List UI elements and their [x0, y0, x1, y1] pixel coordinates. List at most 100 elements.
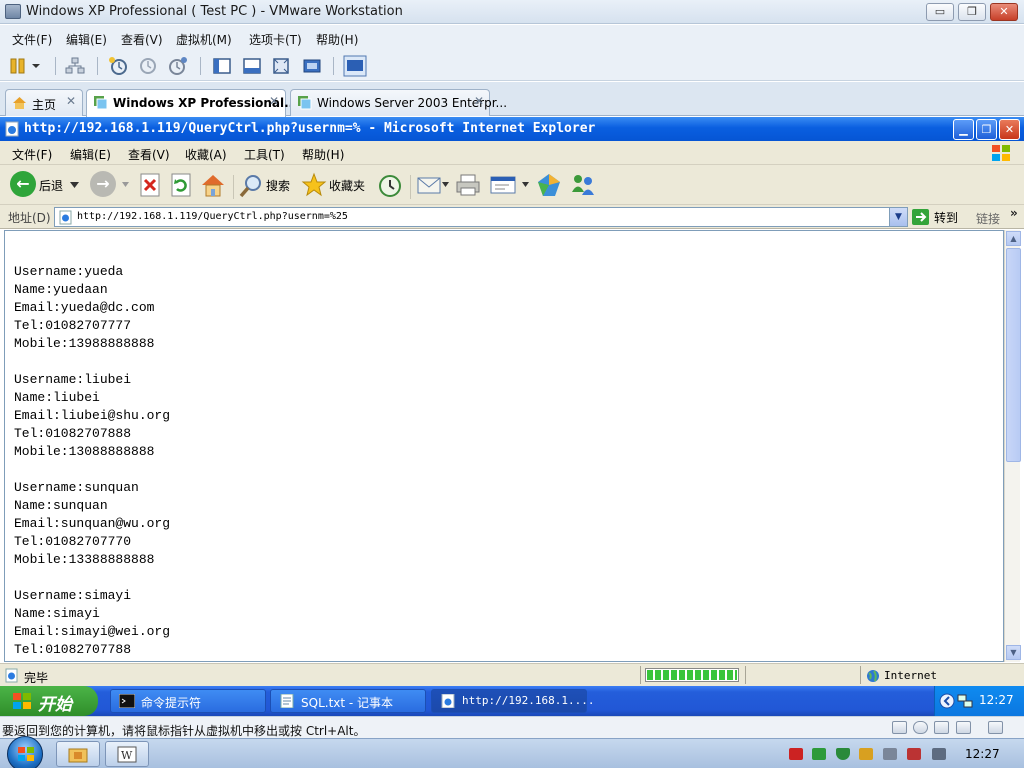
home-icon[interactable]	[200, 172, 226, 198]
back-button[interactable]: ←	[10, 171, 36, 197]
vmware-menu-vm[interactable]: 虚拟机(M)	[176, 31, 232, 48]
links-button[interactable]: 链接 »	[976, 206, 1018, 227]
favorites-button-label[interactable]: 收藏夹	[329, 177, 365, 194]
unity-icon[interactable]	[302, 56, 322, 76]
taskbar-vmware[interactable]: W	[105, 741, 149, 767]
network-adapter-icon[interactable]	[934, 721, 949, 734]
network-connection-icon[interactable]	[957, 693, 973, 709]
vmware-maximize-button[interactable]: ❐	[958, 3, 986, 21]
tab-windows-xp[interactable]: Windows XP Professional... ✕	[86, 89, 298, 117]
page-done-icon	[5, 668, 18, 683]
cd-rom-icon[interactable]	[913, 721, 928, 734]
hard-disk-icon[interactable]	[892, 721, 907, 734]
snapshot-manager-icon[interactable]	[168, 56, 188, 76]
search-icon[interactable]	[238, 173, 264, 199]
message-log-icon[interactable]	[988, 721, 1003, 734]
vmware-menu-file[interactable]: 文件(F)	[12, 31, 52, 48]
ie-menu-edit[interactable]: 编辑(E)	[70, 146, 111, 163]
vm-icon	[298, 96, 312, 110]
ie-maximize-button[interactable]: ❐	[976, 119, 997, 140]
tray-device-icon[interactable]	[883, 748, 897, 760]
scrollbar-thumb[interactable]	[1006, 248, 1021, 462]
vmware-minimize-button[interactable]: ▭	[926, 3, 954, 21]
start-button[interactable]: 开始	[0, 686, 98, 716]
tab-close-icon[interactable]: ✕	[66, 94, 76, 108]
tray-security-icon[interactable]	[789, 748, 803, 760]
status-divider	[745, 666, 746, 684]
stop-icon[interactable]	[139, 173, 161, 197]
notepad-icon	[280, 694, 294, 708]
vmware-release-hint: 要返回到您的计算机，请将鼠标指针从虚拟机中移出或按 Ctrl+Alt。	[2, 724, 366, 738]
scroll-down-button[interactable]: ▼	[1006, 645, 1021, 660]
ie-address-bar: 地址(D) http://192.168.1.119/QueryCtrl.php…	[0, 205, 1024, 229]
taskbar-cmd[interactable]: 命令提示符	[110, 689, 266, 713]
tab-close-icon[interactable]: ✕	[474, 94, 484, 108]
edit-icon[interactable]	[489, 174, 517, 196]
ie-close-button[interactable]: ✕	[999, 119, 1020, 140]
quick-switch-icon[interactable]	[343, 55, 367, 77]
task-label: SQL.txt - 记事本	[301, 696, 394, 710]
ie-menu-favorites[interactable]: 收藏(A)	[185, 146, 227, 163]
revert-snapshot-icon[interactable]	[138, 56, 158, 76]
ie-menu-file[interactable]: 文件(F)	[12, 146, 52, 163]
console-view-icon[interactable]	[242, 56, 262, 76]
address-dropdown-button[interactable]: ▼	[889, 208, 907, 226]
vmware-menu-edit[interactable]: 编辑(E)	[66, 31, 107, 48]
ie-menu-help[interactable]: 帮助(H)	[302, 146, 344, 163]
tab-home[interactable]: 主页 ✕	[5, 89, 83, 116]
network-icon[interactable]	[65, 56, 85, 76]
vmware-toolbar	[0, 51, 1024, 81]
windows-start-orb[interactable]	[7, 736, 43, 768]
tray-expand-icon[interactable]	[939, 693, 955, 709]
tray-update-icon[interactable]	[859, 748, 873, 760]
favorites-star-icon[interactable]	[301, 172, 327, 198]
discuss-icon[interactable]	[536, 172, 562, 198]
tab-windows-server-2003[interactable]: Windows Server 2003 Enterpr... ✕	[290, 89, 507, 116]
security-zone-text: Internet	[884, 669, 937, 682]
messenger-icon[interactable]	[569, 172, 597, 198]
usb-device-icon[interactable]	[956, 721, 971, 734]
vmware-menu-tabs[interactable]: 选项卡(T)	[249, 31, 302, 48]
web-page-content[interactable]: Username:yueda Name:yuedaan Email:yueda@…	[4, 230, 1004, 662]
chevron-down-icon[interactable]	[442, 182, 449, 187]
chevron-down-icon: ▼	[895, 212, 902, 222]
vmware-close-button[interactable]: ✕	[990, 3, 1018, 21]
network-status-icon[interactable]	[907, 748, 921, 760]
chevron-down-icon[interactable]	[122, 182, 129, 187]
vmware-menu-help[interactable]: 帮助(H)	[316, 31, 358, 48]
svg-text:W: W	[121, 749, 133, 762]
chevron-down-icon[interactable]	[30, 56, 42, 76]
pause-icon[interactable]	[8, 56, 28, 76]
full-screen-icon[interactable]	[271, 56, 291, 76]
page-icon	[59, 210, 72, 225]
shield-icon[interactable]	[836, 748, 850, 760]
snapshot-icon[interactable]	[108, 56, 128, 76]
vmware-app-icon	[5, 4, 21, 19]
taskbar-file-explorer[interactable]	[56, 741, 100, 767]
taskbar-notepad[interactable]: SQL.txt - 记事本	[270, 689, 426, 713]
mail-icon[interactable]	[416, 174, 442, 196]
vmware-menu-view[interactable]: 查看(V)	[121, 31, 163, 48]
ie-menu-tools[interactable]: 工具(T)	[244, 146, 285, 163]
volume-icon[interactable]	[932, 748, 946, 760]
history-icon[interactable]	[377, 173, 403, 199]
forward-button[interactable]: →	[90, 171, 116, 197]
tab-label: 主页	[32, 98, 57, 112]
tab-close-icon[interactable]: ✕	[269, 94, 279, 108]
print-icon[interactable]	[455, 173, 481, 197]
scroll-up-button[interactable]: ▲	[1006, 231, 1021, 246]
refresh-icon[interactable]	[170, 173, 192, 197]
show-sidebar-icon[interactable]	[212, 56, 232, 76]
status-divider	[640, 666, 641, 684]
ie-minimize-button[interactable]: ▁	[953, 119, 974, 140]
tray-app-icon[interactable]	[812, 748, 826, 760]
ie-menu-view[interactable]: 查看(V)	[128, 146, 170, 163]
chevron-down-icon[interactable]	[70, 182, 79, 188]
vertical-scrollbar[interactable]: ▲ ▼	[1004, 230, 1021, 662]
vmware-menu-bar: 文件(F) 编辑(E) 查看(V) 虚拟机(M) 选项卡(T) 帮助(H)	[0, 25, 1024, 51]
chevron-down-icon[interactable]	[522, 182, 529, 187]
taskbar-ie[interactable]: http://192.168.1....	[431, 689, 594, 713]
search-button-label[interactable]: 搜索	[266, 177, 290, 194]
vmware-window-title: Windows XP Professional ( Test PC ) - VM…	[26, 4, 403, 19]
address-input[interactable]: http://192.168.1.119/QueryCtrl.php?usern…	[54, 207, 908, 227]
